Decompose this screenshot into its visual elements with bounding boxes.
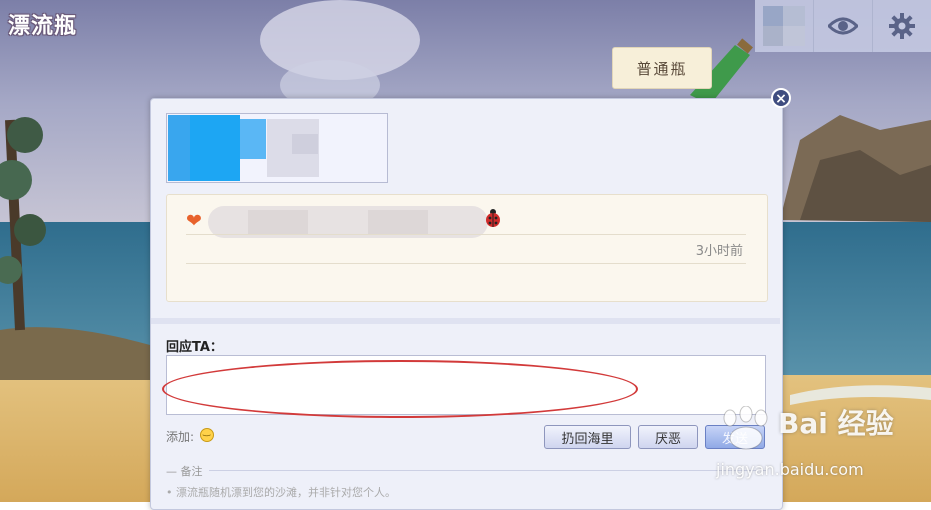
top-toolbar bbox=[755, 0, 931, 52]
sender-profile-card[interactable] bbox=[166, 113, 388, 183]
throw-back-button[interactable]: 扔回海里 bbox=[544, 425, 631, 449]
close-icon: × bbox=[775, 91, 787, 107]
eye-icon bbox=[828, 17, 858, 35]
paw-logo bbox=[723, 406, 768, 450]
message-time: 3小时前 bbox=[695, 244, 743, 259]
bottle-type-label: 普通瓶 bbox=[612, 47, 712, 89]
notes-title: — 备注 bbox=[166, 463, 209, 479]
close-button[interactable]: × bbox=[771, 88, 791, 108]
avatar-blurred bbox=[763, 6, 805, 46]
app-logo[interactable]: 漂流瓶 bbox=[8, 8, 77, 40]
smile-icon[interactable] bbox=[200, 427, 214, 442]
reply-label: 回应TA： bbox=[166, 340, 223, 355]
message-text-blurred bbox=[208, 206, 488, 238]
message-separator-bottom bbox=[186, 263, 746, 264]
panel-divider bbox=[151, 318, 780, 324]
baidu-watermark: Bai 经验 jingyan.baidu.com bbox=[700, 400, 930, 490]
watermark-main-text: Bai 经验 bbox=[778, 407, 894, 440]
add-emoji-label: 添加: bbox=[166, 430, 195, 444]
message-separator-top bbox=[186, 234, 746, 235]
watermark-url: jingyan.baidu.com bbox=[716, 460, 864, 479]
notes-divider bbox=[166, 470, 766, 471]
logo-text: 漂流瓶 bbox=[8, 14, 78, 39]
settings-button[interactable] bbox=[872, 0, 931, 52]
notes-text: • 漂流瓶随机漂到您的沙滩，并非针对您个人。 bbox=[166, 486, 396, 499]
ladybug-icon bbox=[486, 209, 500, 227]
reply-input[interactable] bbox=[166, 355, 766, 415]
dislike-button[interactable]: 厌恶 bbox=[638, 425, 698, 449]
gear-icon bbox=[889, 13, 915, 39]
heart-icon: ❤ bbox=[186, 210, 202, 232]
avatar[interactable] bbox=[755, 0, 813, 52]
eye-button[interactable] bbox=[813, 0, 872, 52]
sender-avatar-blurred bbox=[168, 115, 190, 181]
